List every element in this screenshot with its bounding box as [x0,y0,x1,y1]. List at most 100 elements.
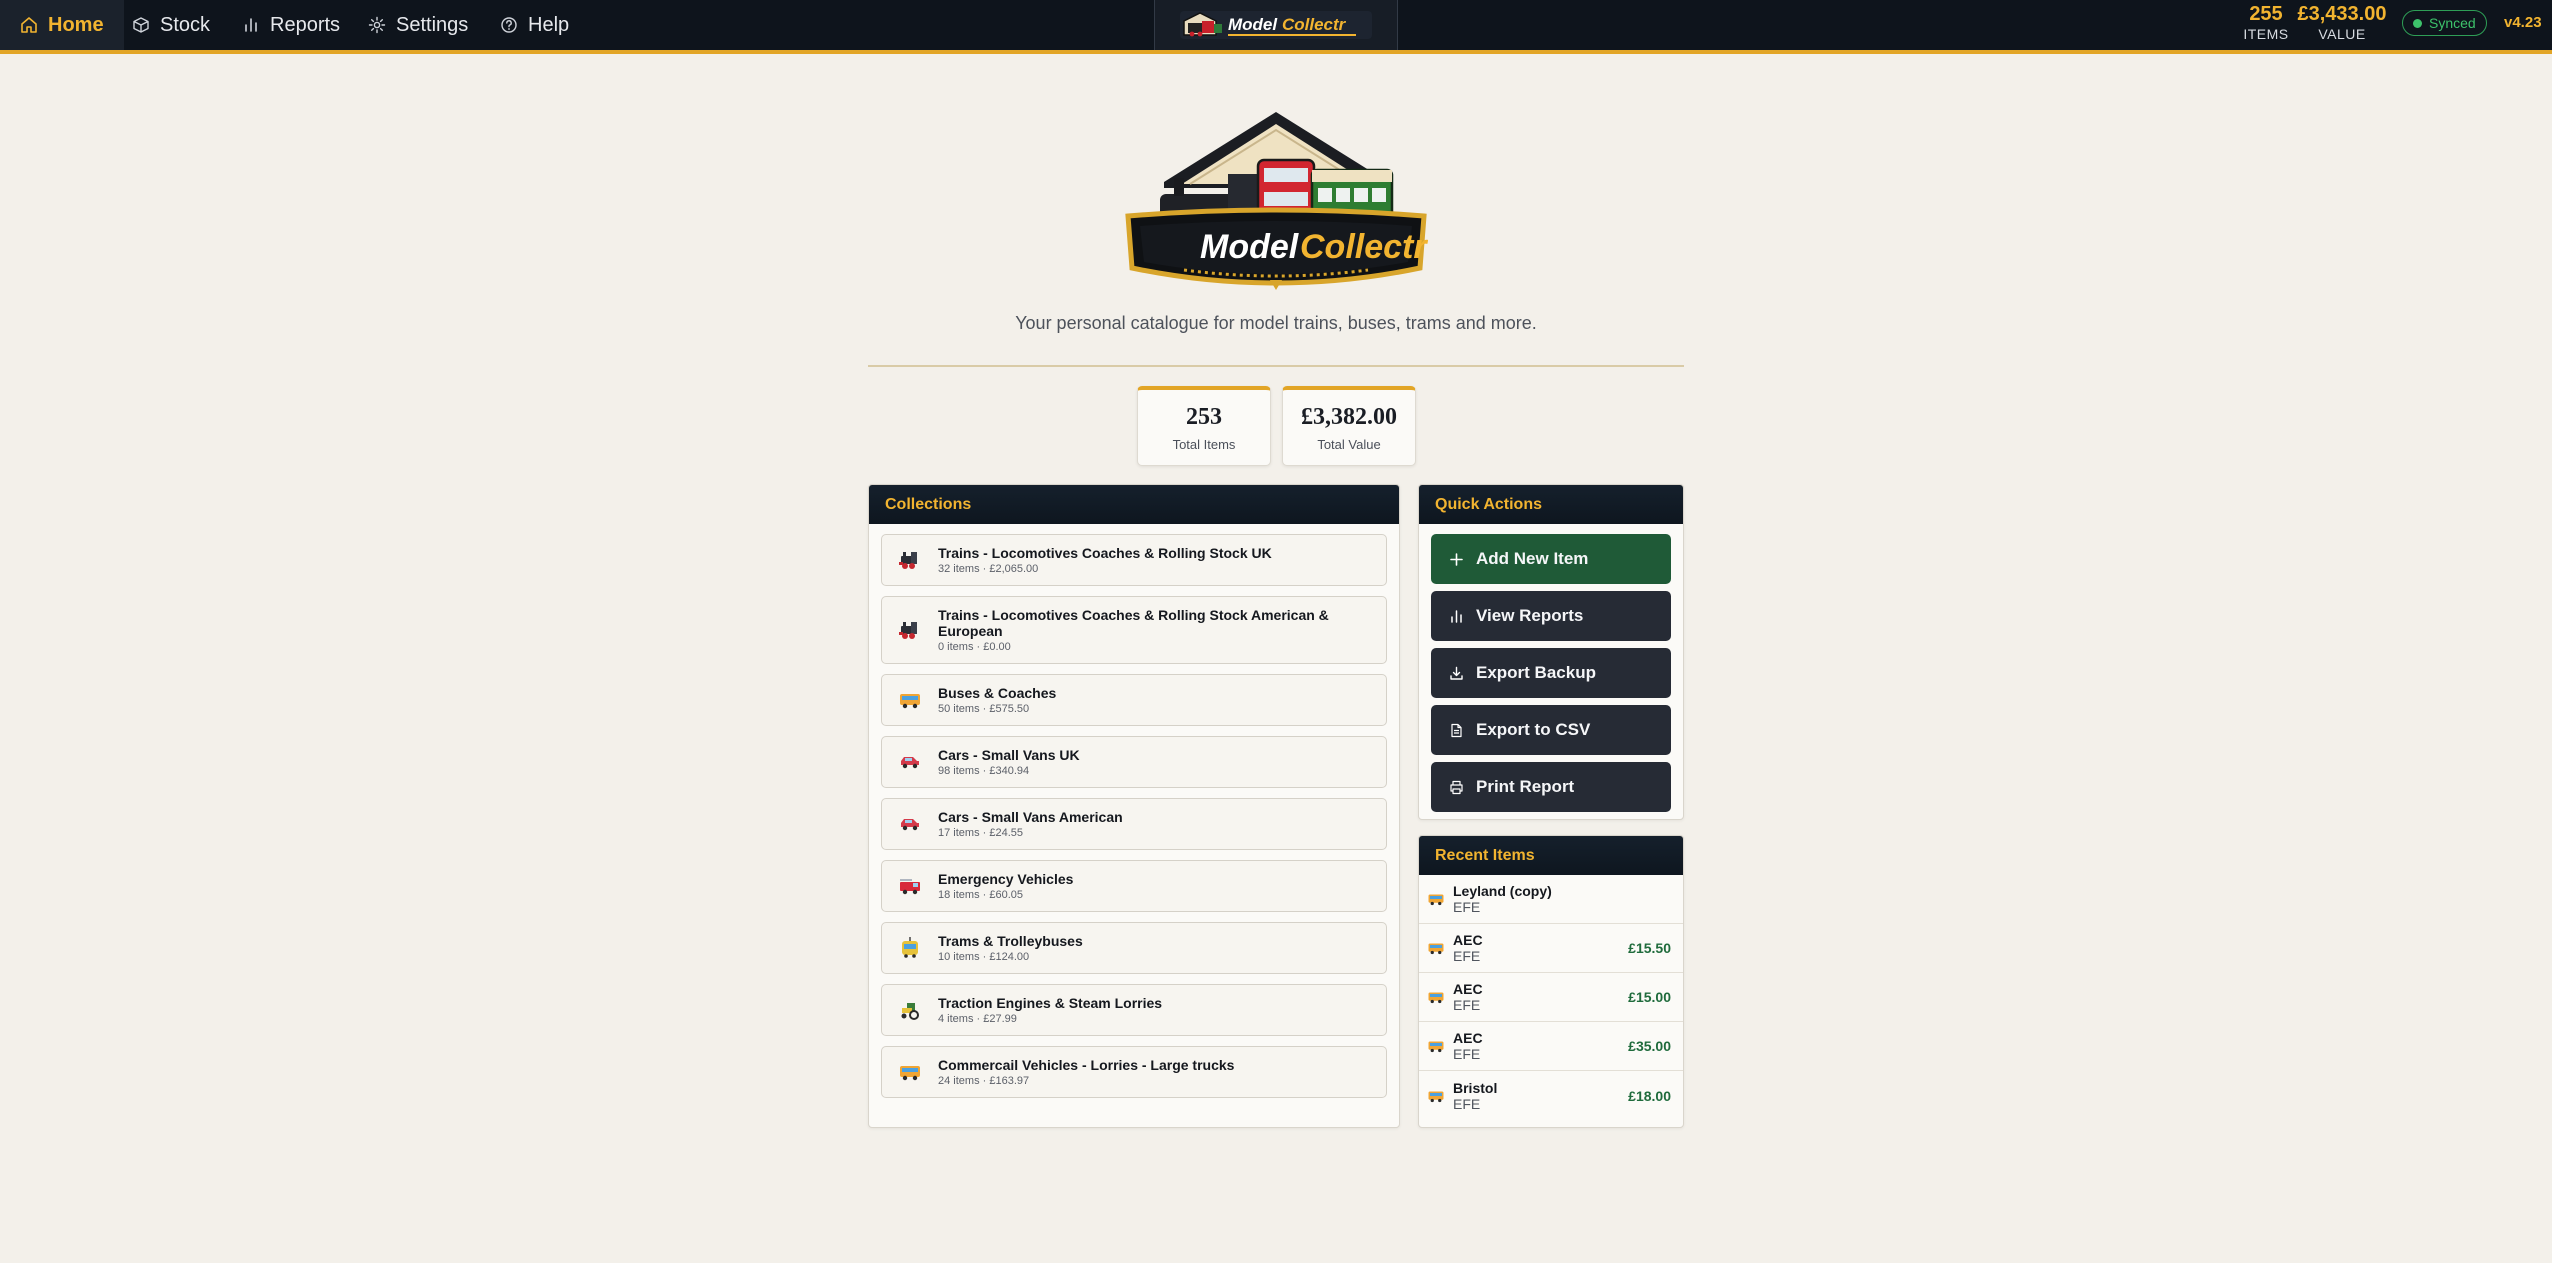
nav-logo-model: Model [1228,15,1278,34]
recent-item-price: £15.00 [1628,989,1671,1005]
tab-help[interactable]: Help [480,0,589,50]
bus-icon [1419,890,1453,908]
items-count-stat: 255 ITEMS [2242,4,2290,41]
recent-item-price: £18.00 [1628,1087,1671,1104]
collection-item[interactable]: Trains - Locomotives Coaches & Rolling S… [881,596,1387,664]
fire-engine-icon [882,874,938,898]
hero-logo-model: Model [1200,228,1300,266]
car-icon [882,750,938,774]
plus-icon [1449,552,1464,567]
tab-reports-label: Reports [270,13,341,36]
collection-meta: 50 items · £575.50 [938,703,1030,715]
view-reports-button[interactable]: View Reports [1431,591,1671,641]
recent-item-maker: EFE [1453,899,1481,915]
collection-item[interactable]: Trains - Locomotives Coaches & Rolling S… [881,534,1387,586]
hero-logo: Model Collectr [1124,108,1428,298]
collection-name: Traction Engines & Steam Lorries [938,995,1163,1011]
nav-logo-collectr: Collectr [1282,15,1347,34]
recent-item-maker: EFE [1453,997,1481,1013]
tab-stock-label: Stock [160,13,211,36]
print-report-button[interactable]: Print Report [1431,762,1671,812]
hero-divider [868,365,1684,367]
tram-icon [882,936,938,960]
bar-chart-icon [1449,609,1464,624]
recent-item-row[interactable]: AEC EFE £35.00 [1419,1022,1683,1071]
bus-icon [1419,1087,1453,1105]
collection-item[interactable]: Cars - Small Vans American 17 items · £2… [881,798,1387,850]
collection-name: Cars - Small Vans American [938,809,1123,825]
file-icon [1449,723,1464,738]
tagline: Your personal catalogue for model trains… [1015,313,1537,333]
bus-icon [1419,939,1453,957]
help-circle-icon [500,16,518,34]
value-label: VALUE [2318,26,2366,42]
car-icon [882,812,938,836]
version-label: v4.23 [2504,14,2542,31]
export-backup-button[interactable]: Export Backup [1431,648,1671,698]
recent-item-row[interactable]: Bristol EFE £18.00 [1419,1071,1683,1120]
tab-reports[interactable]: Reports [222,0,360,50]
bus-icon [882,1060,938,1084]
home-icon [20,16,38,34]
total-items-value: 253 [1186,404,1222,430]
sync-status-badge[interactable]: Synced [2402,10,2487,36]
app-logo[interactable]: Model Collectr [1154,0,1398,50]
sync-dot-icon [2413,18,2422,28]
export-csv-button[interactable]: Export to CSV [1431,705,1671,755]
collection-item[interactable]: Trams & Trolleybuses 10 items · £124.00 [881,922,1387,974]
collection-meta: 10 items · £124.00 [938,951,1030,963]
collection-item[interactable]: Emergency Vehicles 18 items · £60.05 [881,860,1387,912]
bus-icon [1419,1037,1453,1055]
collection-meta: 0 items · £0.00 [938,641,1011,653]
collection-item[interactable]: Commercail Vehicles - Lorries - Large tr… [881,1046,1387,1098]
print-report-label: Print Report [1476,777,1575,796]
collection-meta: 4 items · £27.99 [938,1013,1017,1025]
view-reports-label: View Reports [1476,606,1584,625]
total-value-card: £3,382.00 Total Value [1282,386,1416,466]
recent-item-maker: EFE [1453,1095,1481,1112]
tab-settings[interactable]: Settings [348,0,488,50]
collection-name: Trams & Trolleybuses [938,933,1083,949]
collection-meta: 32 items · £2,065.00 [938,563,1039,575]
recent-item-price: £15.50 [1628,940,1671,956]
box-icon [132,16,150,34]
collection-item[interactable]: Traction Engines & Steam Lorries 4 items… [881,984,1387,1036]
collection-item[interactable]: Buses & Coaches 50 items · £575.50 [881,674,1387,726]
nav-logo-mark: Model Collectr [1180,11,1372,39]
items-count-label: ITEMS [2243,26,2289,42]
recent-items-panel: Recent Items Leyland (copy) EFE AEC EFE … [1418,835,1684,1128]
top-nav-bar: Home Stock Reports Settings Help Model C… [0,0,2552,54]
collection-name: Commercail Vehicles - Lorries - Large tr… [938,1057,1235,1073]
tab-stock[interactable]: Stock [112,0,230,50]
recent-item-name: AEC [1453,932,1483,948]
add-new-item-button[interactable]: Add New Item [1431,534,1671,584]
collections-title: Collections [869,485,1399,524]
recent-item-row[interactable]: Leyland (copy) EFE [1419,875,1683,924]
recent-item-name: AEC [1453,1030,1483,1046]
collection-meta: 18 items · £60.05 [938,889,1023,901]
collection-item[interactable]: Cars - Small Vans UK 98 items · £340.94 [881,736,1387,788]
tab-settings-label: Settings [396,13,469,36]
locomotive-icon [882,548,938,572]
export-backup-label: Export Backup [1476,663,1596,682]
value-stat: £3,433.00 VALUE [2296,4,2388,41]
collection-meta: 24 items · £163.97 [938,1075,1030,1087]
recent-item-name: Bristol [1453,1079,1498,1096]
bus-icon [1419,988,1453,1006]
quick-actions-title: Quick Actions [1419,485,1683,524]
collection-name: Cars - Small Vans UK [938,747,1080,763]
total-value-label: Total Value [1317,437,1381,452]
quick-actions-panel: Quick Actions Add New Item View Reports … [1418,484,1684,820]
bar-chart-icon [242,16,260,34]
recent-item-price: £35.00 [1628,1038,1671,1054]
items-count-value: 255 [2249,3,2283,25]
printer-icon [1449,780,1464,795]
collection-meta: 17 items · £24.55 [938,827,1023,839]
tab-home[interactable]: Home [0,0,124,50]
recent-item-row[interactable]: AEC EFE £15.50 [1419,924,1683,973]
tab-home-label: Home [48,13,104,36]
recent-item-name: Leyland (copy) [1453,883,1552,899]
recent-items-title: Recent Items [1419,836,1683,875]
total-value-value: £3,382.00 [1301,404,1397,430]
recent-item-row[interactable]: AEC EFE £15.00 [1419,973,1683,1022]
